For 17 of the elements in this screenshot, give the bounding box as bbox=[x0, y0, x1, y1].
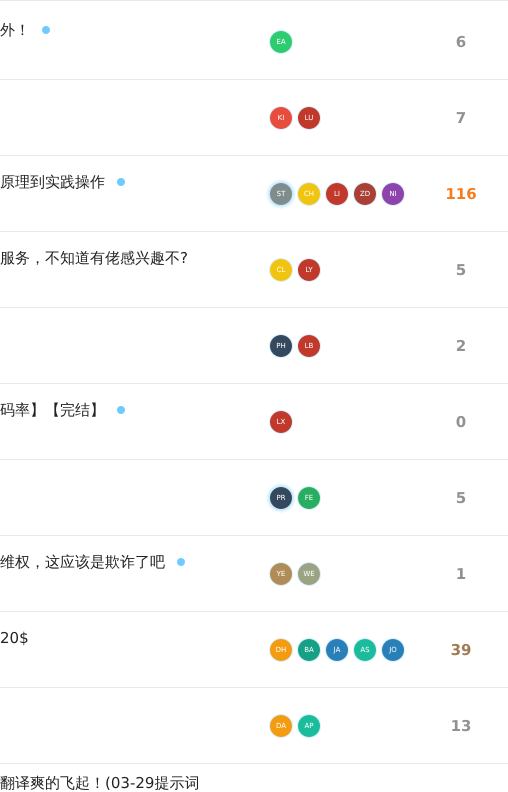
topic-title[interactable]: 维权，这应该是欺诈了吧 bbox=[0, 552, 165, 572]
reply-count: 13 bbox=[450, 716, 472, 734]
topic-title[interactable]: 原理到实践操作 bbox=[0, 172, 105, 192]
reply-count: 5 bbox=[456, 260, 466, 278]
reply-count: 5 bbox=[456, 488, 466, 506]
reply-count: 116 bbox=[445, 184, 477, 202]
topic-title[interactable]: 20$ bbox=[0, 628, 29, 648]
reply-count: 39 bbox=[450, 640, 472, 658]
topic-title[interactable]: 码率】【完结】 bbox=[0, 400, 105, 420]
reply-count: 1 bbox=[456, 564, 466, 582]
reply-count: 6 bbox=[456, 32, 466, 50]
topic-title[interactable]: 翻译爽的飞起！(03-29提示词 bbox=[0, 773, 200, 792]
reply-count: 2 bbox=[456, 336, 466, 354]
topic-title[interactable]: 服务，不知道有佬感兴趣不? bbox=[0, 248, 188, 268]
reply-count: 0 bbox=[456, 412, 466, 430]
reply-count: 7 bbox=[456, 108, 466, 126]
topic-title[interactable]: 外！ bbox=[0, 20, 30, 40]
